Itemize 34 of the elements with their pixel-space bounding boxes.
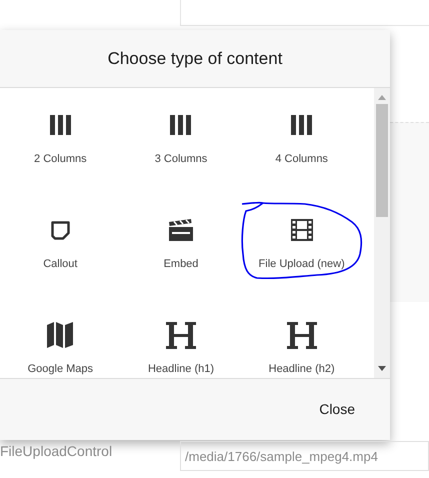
- field-label: FileUploadControl: [0, 442, 112, 461]
- content-type-item[interactable]: Google Maps: [24, 317, 98, 378]
- columns-icon: [170, 115, 192, 135]
- item-label: Headline (h2): [268, 362, 335, 377]
- heading-icon: [166, 322, 196, 348]
- close-button[interactable]: Close: [317, 399, 357, 420]
- map-icon: [47, 322, 74, 348]
- item-label: 2 Columns: [34, 152, 87, 167]
- columns-icon: [291, 115, 312, 135]
- item-label: 3 Columns: [154, 152, 208, 167]
- item-label: Headline (h1): [148, 362, 214, 377]
- content-type-item[interactable]: File Upload (new): [254, 212, 349, 272]
- content-type-item[interactable]: Headline (h2): [264, 317, 339, 378]
- note-icon: [50, 220, 70, 240]
- content-type-item[interactable]: Headline (h1): [144, 317, 218, 378]
- content-type-item[interactable]: Callout: [39, 212, 82, 272]
- content-type-item[interactable]: Embed: [160, 212, 202, 272]
- content-type-item[interactable]: 3 Columns: [150, 107, 212, 168]
- scrollbar[interactable]: [374, 88, 390, 378]
- item-label: Callout: [43, 257, 78, 272]
- dialog-title: Choose type of content: [108, 48, 282, 70]
- item-label: Embed: [164, 257, 198, 272]
- clapperboard-icon: [168, 219, 193, 241]
- content-type-item[interactable]: 2 Columns: [30, 107, 91, 168]
- film-strip-icon: [290, 219, 313, 241]
- item-label: 4 Columns: [275, 152, 328, 167]
- content-type-item[interactable]: 4 Columns: [271, 107, 332, 168]
- scrollbar-thumb[interactable]: [376, 104, 388, 217]
- scroll-down-icon[interactable]: [378, 366, 386, 371]
- scroll-up-icon[interactable]: [378, 95, 386, 100]
- item-label: File Upload (new): [258, 257, 345, 272]
- item-label: Google Maps: [28, 362, 94, 377]
- columns-icon: [50, 115, 71, 135]
- heading-icon: [286, 322, 317, 348]
